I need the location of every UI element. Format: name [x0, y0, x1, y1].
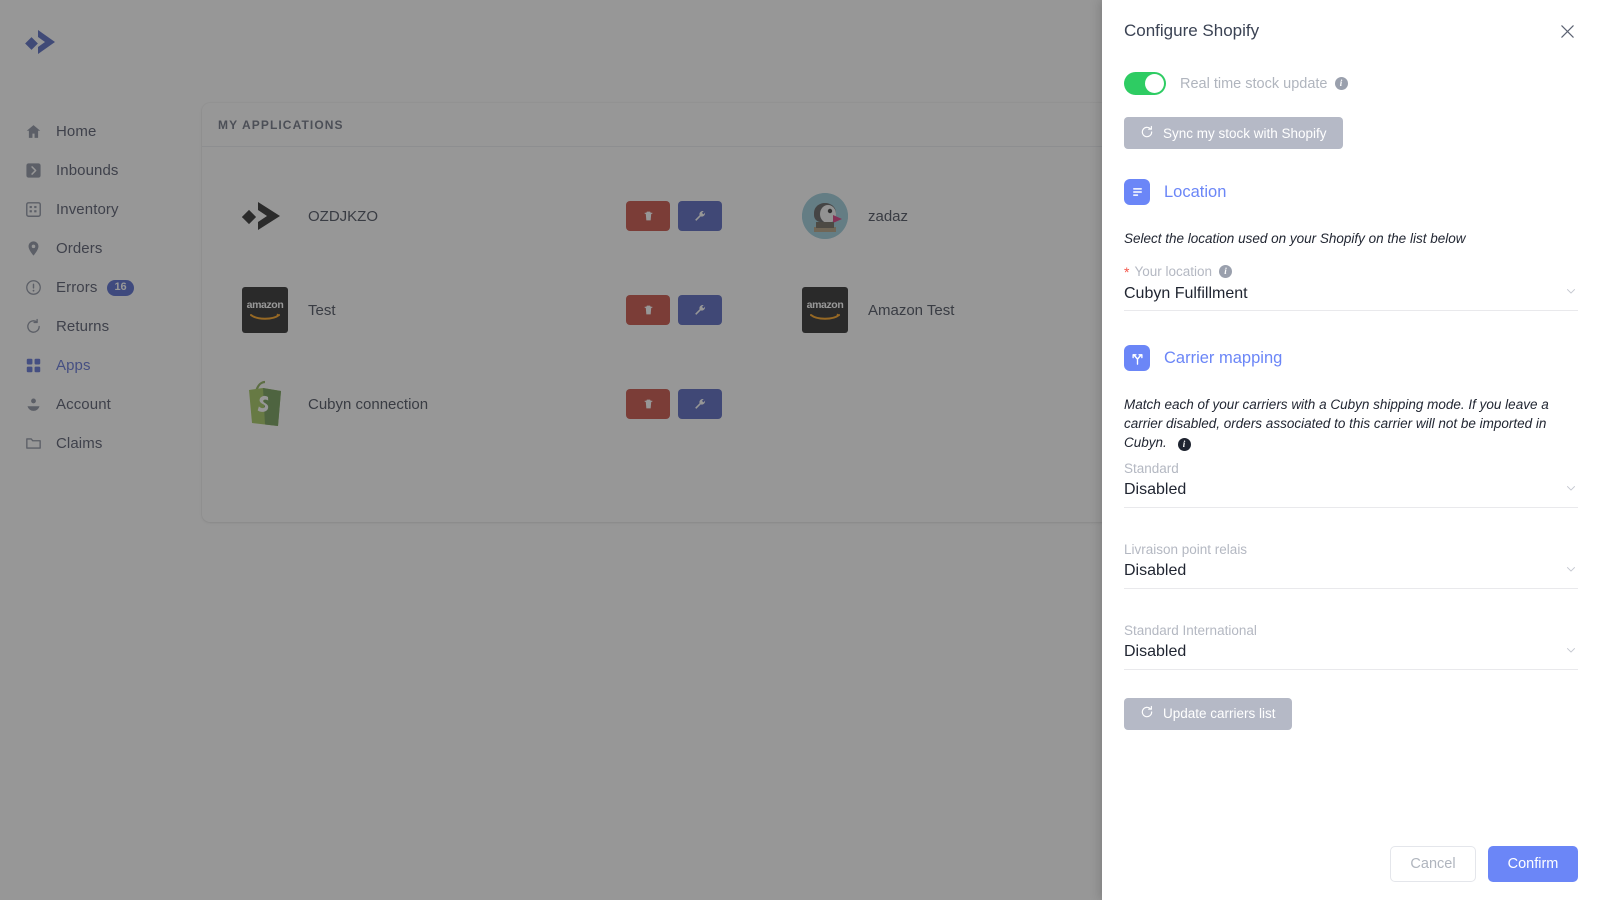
- location-section-header: Location: [1124, 179, 1578, 205]
- carrier-value: Disabled: [1124, 643, 1187, 661]
- carrier-select[interactable]: Disabled: [1124, 478, 1578, 500]
- chevron-down-icon: [1564, 643, 1578, 662]
- carrier-section-header: Carrier mapping: [1124, 345, 1578, 372]
- carrier-label-text: Standard International: [1124, 622, 1257, 638]
- location-section-title: Location: [1164, 182, 1227, 201]
- your-location-field: * Your location i Cubyn Fulfillment: [1124, 264, 1578, 312]
- close-icon[interactable]: [1554, 18, 1580, 44]
- required-marker: *: [1124, 263, 1130, 280]
- document-list-icon: [1124, 179, 1150, 205]
- toggle-knob: [1145, 74, 1164, 93]
- carrier-label: Livraison point relais: [1124, 542, 1578, 557]
- your-location-label-text: Your location: [1134, 264, 1213, 280]
- modal-overlay[interactable]: [0, 0, 1102, 900]
- refresh-icon: [1140, 125, 1154, 142]
- carrier-label: Standard International: [1124, 623, 1578, 638]
- carrier-select[interactable]: Disabled: [1124, 640, 1578, 662]
- info-icon[interactable]: i: [1334, 77, 1348, 90]
- realtime-stock-label: Real time stock update i: [1180, 76, 1348, 92]
- chevron-down-icon: [1564, 562, 1578, 581]
- location-hint: Select the location used on your Shopify…: [1124, 231, 1466, 246]
- your-location-label: * Your location i: [1124, 264, 1578, 279]
- carrier-field-standard: Standard Disabled: [1124, 461, 1578, 508]
- carrier-select[interactable]: Disabled: [1124, 559, 1578, 581]
- realtime-stock-toggle[interactable]: [1124, 72, 1166, 95]
- carrier-value: Disabled: [1124, 562, 1187, 580]
- sync-stock-label: Sync my stock with Shopify: [1163, 125, 1327, 141]
- chevron-down-icon: [1564, 481, 1578, 500]
- configure-panel: Configure Shopify Real time stock update…: [1102, 0, 1600, 900]
- update-carriers-button[interactable]: Update carriers list: [1124, 697, 1292, 730]
- cancel-button[interactable]: Cancel: [1390, 846, 1476, 882]
- panel-title: Configure Shopify: [1124, 21, 1260, 40]
- carrier-section-title: Carrier mapping: [1164, 348, 1283, 367]
- confirm-button[interactable]: Confirm: [1488, 846, 1578, 882]
- carrier-value: Disabled: [1124, 481, 1187, 499]
- realtime-stock-text: Real time stock update: [1180, 75, 1328, 92]
- refresh-icon: [1140, 705, 1154, 722]
- panel-header: Configure Shopify: [1102, 0, 1600, 62]
- chevron-down-icon: [1564, 284, 1578, 303]
- realtime-stock-row: Real time stock update i: [1124, 72, 1578, 95]
- panel-footer: Cancel Confirm: [1102, 828, 1600, 900]
- carrier-field-standard-international: Standard International Disabled: [1124, 623, 1578, 670]
- carrier-split-icon: [1124, 345, 1150, 372]
- update-carriers-label: Update carriers list: [1163, 706, 1276, 722]
- info-icon[interactable]: i: [1219, 265, 1233, 279]
- your-location-value: Cubyn Fulfillment: [1124, 284, 1248, 302]
- carrier-field-point-relais: Livraison point relais Disabled: [1124, 542, 1578, 589]
- info-icon[interactable]: i: [1177, 438, 1191, 452]
- carrier-label: Standard: [1124, 461, 1578, 476]
- carrier-label-text: Standard: [1124, 460, 1179, 476]
- panel-body: Real time stock update i Sync my stock w…: [1102, 62, 1600, 828]
- sync-stock-button[interactable]: Sync my stock with Shopify: [1124, 117, 1343, 149]
- carrier-label-text: Livraison point relais: [1124, 541, 1248, 557]
- carrier-hint: Match each of your carriers with a Cubyn…: [1124, 395, 1578, 452]
- screen-root: Home Inbounds Inventory: [0, 0, 1600, 900]
- your-location-select[interactable]: Cubyn Fulfillment: [1124, 281, 1578, 303]
